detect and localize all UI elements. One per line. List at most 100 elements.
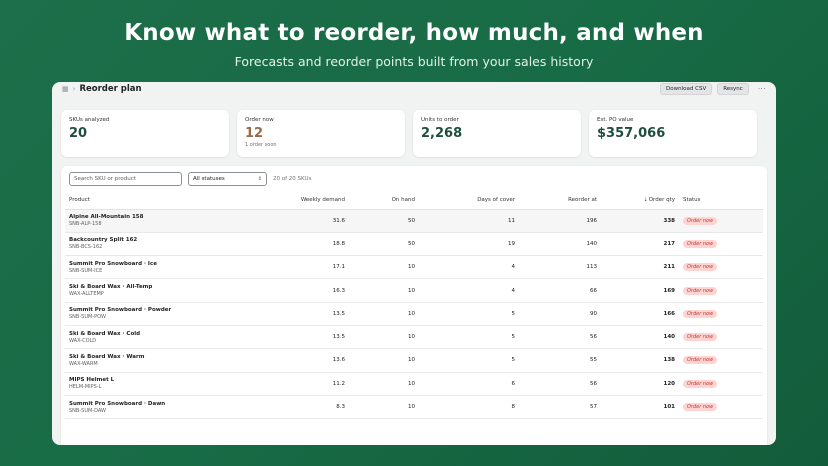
cell-on-hand: 50 bbox=[349, 232, 419, 257]
app-window: ▦ › Reorder plan Download CSV Resync ···… bbox=[52, 82, 776, 445]
status-badge: Order now bbox=[683, 239, 718, 248]
hero-subtitle: Forecasts and reorder points built from … bbox=[234, 54, 594, 69]
card-value: 2,268 bbox=[421, 126, 463, 141]
table-row[interactable]: Summit Pro Snowboard · Ice SNB-SUM-ICE 17.… bbox=[65, 255, 763, 280]
cell-status: Order now bbox=[679, 325, 763, 350]
topbar-actions: Download CSV Resync ··· bbox=[660, 83, 766, 95]
card-label: Order now bbox=[245, 117, 274, 123]
cell-order-qty: 140 bbox=[601, 325, 679, 350]
table-row[interactable]: MIPS Helmet L HELM-MIPS-L 11.2 10 6 56 120 Orde… bbox=[65, 372, 763, 396]
cell-weekly-demand: 16.3 bbox=[215, 278, 349, 303]
top-bar: ▦ › Reorder plan Download CSV Resync ··· bbox=[52, 82, 776, 97]
search-input[interactable] bbox=[69, 172, 182, 186]
cell-reorder-at: 55 bbox=[519, 348, 601, 373]
download-csv-button[interactable]: Download CSV bbox=[660, 83, 713, 95]
col-on-hand[interactable]: On hand bbox=[349, 192, 419, 210]
cell-on-hand: 10 bbox=[349, 372, 419, 396]
table-row[interactable]: Ski & Board Wax · Cold WAX-COLD 13.5 10 5 56 1… bbox=[65, 325, 763, 350]
cell-order-qty: 211 bbox=[601, 255, 679, 280]
cell-on-hand: 10 bbox=[349, 325, 419, 350]
cell-days-of-cover: 8 bbox=[419, 395, 519, 420]
cell-order-qty: 138 bbox=[601, 348, 679, 373]
chevron-right-icon: › bbox=[72, 85, 76, 93]
status-badge: Order now bbox=[683, 333, 718, 342]
status-badge: Order now bbox=[683, 356, 718, 365]
status-badge: Order now bbox=[683, 403, 718, 412]
col-days-of-cover[interactable]: Days of cover bbox=[419, 192, 519, 210]
table-row[interactable]: Summit Pro Snowboard · Dawn SNB-SUM-DAW 8.… bbox=[65, 395, 763, 420]
cell-product: Ski & Board Wax · Cold WAX-COLD bbox=[65, 325, 215, 350]
table-row[interactable]: Summit Pro Snowboard · Powder SNB-SUM-POW… bbox=[65, 302, 763, 326]
cell-on-hand: 10 bbox=[349, 302, 419, 326]
table-row[interactable]: Backcountry Split 162 SNB-BCS-162 18.8 50 19… bbox=[65, 232, 763, 257]
card-label: SKUs analyzed bbox=[69, 117, 110, 123]
cell-product: Alpine All-Mountain 158 SNB-ALP-158 bbox=[65, 209, 215, 233]
sku-count: 20 of 20 SKUs bbox=[273, 176, 312, 182]
table-row[interactable]: Ski & Board Wax · All-Temp WAX-ALLTEMP 16.… bbox=[65, 278, 763, 303]
cell-order-qty: 169 bbox=[601, 278, 679, 303]
cell-weekly-demand: 17.1 bbox=[215, 255, 349, 280]
cell-weekly-demand: 11.2 bbox=[215, 372, 349, 396]
cell-status: Order now bbox=[679, 372, 763, 396]
product-name[interactable]: Ski & Board Wax · Warm bbox=[69, 354, 211, 360]
status-badge: Order now bbox=[683, 286, 718, 295]
resync-button[interactable]: Resync bbox=[717, 83, 749, 95]
cell-order-qty: 217 bbox=[601, 232, 679, 257]
cell-days-of-cover: 19 bbox=[419, 232, 519, 257]
card-value: 20 bbox=[69, 126, 88, 141]
summary-cards: SKUs analyzed 20 Order now 12 1 order so… bbox=[61, 110, 757, 157]
cell-days-of-cover: 5 bbox=[419, 325, 519, 350]
cell-weekly-demand: 31.6 bbox=[215, 209, 349, 233]
cell-order-qty: 166 bbox=[601, 302, 679, 326]
cell-product: Summit Pro Snowboard · Dawn SNB-SUM-DAW bbox=[65, 395, 215, 420]
more-icon[interactable]: ··· bbox=[758, 85, 766, 93]
cell-reorder-at: 90 bbox=[519, 302, 601, 326]
col-weekly-demand[interactable]: Weekly demand bbox=[215, 192, 349, 210]
col-order-qty[interactable]: ⇣Order qty bbox=[601, 192, 679, 210]
card-label: Units to order bbox=[421, 117, 459, 123]
cell-reorder-at: 56 bbox=[519, 372, 601, 396]
cell-status: Order now bbox=[679, 348, 763, 373]
col-status[interactable]: Status bbox=[679, 192, 763, 210]
table-row[interactable]: Ski & Board Wax · Warm WAX-WARM 13.6 10 5 55 1… bbox=[65, 348, 763, 373]
status-select[interactable]: All statuses ⇕ bbox=[188, 172, 267, 186]
cell-status: Order now bbox=[679, 395, 763, 420]
reorder-table-panel: All statuses ⇕ 20 of 20 SKUs Product Wee… bbox=[61, 166, 767, 445]
product-name[interactable]: Summit Pro Snowboard · Powder bbox=[69, 307, 211, 313]
product-name[interactable]: Ski & Board Wax · All-Temp bbox=[69, 284, 211, 290]
cell-on-hand: 10 bbox=[349, 255, 419, 280]
product-name[interactable]: MIPS Helmet L bbox=[69, 377, 211, 383]
grid-icon[interactable]: ▦ bbox=[62, 85, 69, 93]
cell-days-of-cover: 5 bbox=[419, 302, 519, 326]
cell-days-of-cover: 11 bbox=[419, 209, 519, 233]
card-label: Est. PO value bbox=[597, 117, 634, 123]
product-name[interactable]: Summit Pro Snowboard · Ice bbox=[69, 261, 211, 267]
product-name[interactable]: Ski & Board Wax · Cold bbox=[69, 331, 211, 337]
product-name[interactable]: Summit Pro Snowboard · Dawn bbox=[69, 401, 211, 407]
cell-product: Summit Pro Snowboard · Ice SNB-SUM-ICE bbox=[65, 255, 215, 280]
col-product[interactable]: Product bbox=[65, 192, 215, 210]
product-sku: SNB-BCS-162 bbox=[69, 244, 103, 251]
card-value: $357,066 bbox=[597, 126, 666, 141]
cell-on-hand: 50 bbox=[349, 209, 419, 233]
product-name[interactable]: Alpine All-Mountain 158 bbox=[69, 214, 211, 220]
cell-status: Order now bbox=[679, 278, 763, 303]
product-name[interactable]: Backcountry Split 162 bbox=[69, 237, 211, 243]
cell-days-of-cover: 5 bbox=[419, 348, 519, 373]
table-row[interactable]: Alpine All-Mountain 158 SNB-ALP-158 31.6 50… bbox=[65, 209, 763, 233]
col-reorder-at[interactable]: Reorder at bbox=[519, 192, 601, 210]
col-order-qty-label: Order qty bbox=[648, 197, 675, 204]
cell-reorder-at: 56 bbox=[519, 325, 601, 350]
sort-desc-icon: ⇣ bbox=[643, 197, 648, 204]
cell-status: Order now bbox=[679, 255, 763, 280]
cell-status: Order now bbox=[679, 302, 763, 326]
cell-order-qty: 101 bbox=[601, 395, 679, 420]
cell-reorder-at: 66 bbox=[519, 278, 601, 303]
cell-reorder-at: 113 bbox=[519, 255, 601, 280]
cell-on-hand: 10 bbox=[349, 348, 419, 373]
product-sku: WAX-ALLTEMP bbox=[69, 291, 104, 298]
cell-product: Ski & Board Wax · Warm WAX-WARM bbox=[65, 348, 215, 373]
cell-order-qty: 120 bbox=[601, 372, 679, 396]
chevron-updown-icon: ⇕ bbox=[257, 176, 262, 182]
card-skus-analyzed: SKUs analyzed 20 bbox=[61, 110, 229, 157]
